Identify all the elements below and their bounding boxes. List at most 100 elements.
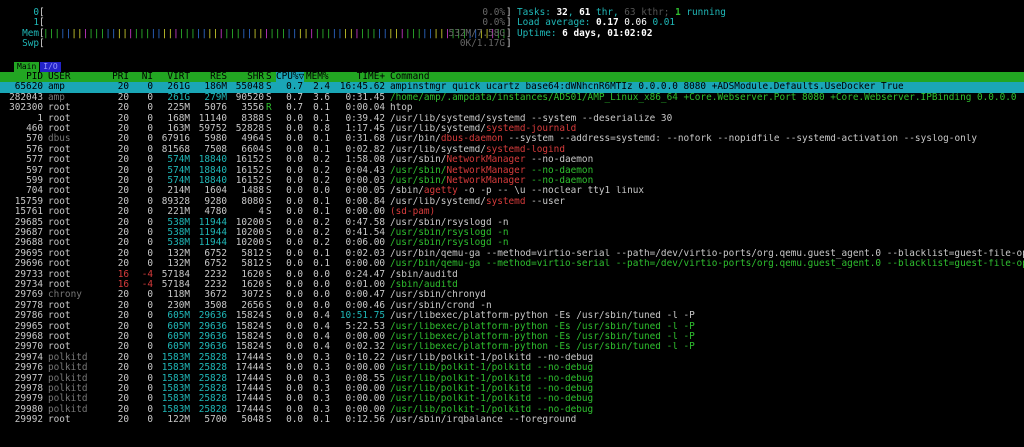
process-row[interactable]: 29786 root 20 0 605M 29636 15824 S 0.0 0.4 10:51.7… [0,310,1024,321]
command-path: /usr/sbin/ [390,155,447,166]
process-shr: 5048 [241,414,264,426]
process-command: /sbin/auditd [390,280,458,290]
stats-panel: Tasks: 32, 61 thr, 63 kthr; 1 running Lo… [517,7,1017,39]
command-path: /usr/lib/systemd/ [390,124,486,134]
load-average-label: Load average: [517,17,597,29]
load-15min: 0.01 [652,17,676,29]
process-command: /usr/sbin/rsyslogd -n [390,217,509,228]
process-command: /usr/lib/polkit-1/polkitd --no-debug [390,363,594,374]
process-command: /usr/lib/systemd/systemd-journald [390,124,1024,134]
kthreads-label: kthr; [635,7,676,18]
process-row[interactable]: 29778 root 20 0 230M 3508 2656 S 0.0 0.0 0:00.46/u… [0,300,1024,311]
process-row[interactable]: 29970 root 20 0 605M 29636 15824 S 0.0 0.4 0:02.32… [0,341,1024,352]
process-row[interactable]: 29687 root 20 0 538M 11944 10200 S 0.0 0.2 0:41.54… [0,227,1024,238]
command-basename: NetworkManager [446,155,526,166]
process-row[interactable]: 29734 root 16 -4 57184 2232 1620 S 0.0 0.0 0:01.00… [0,279,1024,290]
process-row[interactable]: 282043 amp 20 0 261G 279M 90520 S 0.7 3.6 0:31.45/… [0,92,1024,103]
load-5min: 0.06 [624,17,647,29]
process-command: /usr/sbin/NetworkManager --no-daemon [390,155,1024,165]
meter-mem-2: Mem[||||||||||||||||||||||||||||||||||||… [0,28,520,39]
process-command: /usr/sbin/NetworkManager --no-daemon [390,166,1024,176]
meter-value: 532M/7.58G [448,28,505,39]
command-basename: systemd [485,196,526,207]
process-row[interactable]: 704 root 20 0 214M 1604 1488 S 0.0 0.0 0:00.05/sbi… [0,185,1024,197]
process-row[interactable]: 599 root 20 0 574M 18840 16152 S 0.0 0.2 0:00.03/u… [0,175,1024,186]
process-row[interactable]: 29992 root 20 0 122M 5700 5048 S 0.0 0.1 0:12.56/u… [0,414,1024,426]
meter-bar: 0.0% [43,18,505,28]
command-args: --no-daemon [525,176,594,186]
process-row[interactable]: 577 root 20 0 574M 18840 16152 S 0.0 0.2 1:58.08/u… [0,154,1024,165]
process-row[interactable]: 29696 root 20 0 132M 6752 5812 S 0.0 0.1 0:00.00/u… [0,258,1024,269]
process-command: /usr/libexec/platform-python -Es /usr/sb… [390,321,695,332]
meter-value: 0.0% [482,8,505,18]
meter-bar: ||||||||||||||||||||||||||||||||||||||||… [43,29,505,39]
command-path: /usr/sbin/ [390,176,447,186]
command-basename: NetworkManager [446,165,526,176]
command-path: /usr/bin/ [390,134,441,145]
process-virt: 122M [167,414,190,426]
process-row[interactable]: 29965 root 20 0 605M 29636 15824 S 0.0 0.4 5:22.53… [0,321,1024,332]
process-command: /usr/lib/polkit-1/polkitd --no-debug [390,394,594,405]
uptime-value: 6 days, 01:02:02 [562,27,653,39]
process-row[interactable]: 570 dbus 20 0 67916 5980 4964 S 0.0 0.1 0:31.68/us… [0,133,1024,144]
tasks-sep: , [567,7,580,18]
process-command: (sd-pam) [390,207,436,218]
process-row[interactable]: 29979 polkitd 20 0 1583M 25828 17444 S 0.0 0.3 0:0… [0,393,1024,405]
process-mem: 0.1 [313,414,330,426]
command-path: /usr/sbin/ [390,165,447,176]
tasks-label: Tasks: [517,7,557,18]
process-row[interactable]: 302300 root 20 0 225M 5076 3556 R 0.7 0.1 0:00.04 h… [0,102,1024,113]
meter-value: 0K/1.17G [459,39,505,50]
command-args: --no-daemon [525,165,594,176]
process-user: root [48,414,71,426]
running-label: running [680,7,726,18]
threads-count: 61 [579,7,591,18]
process-row[interactable]: 29974 polkitd 20 0 1583M 25828 17444 S 0.0 0.3 0:1… [0,352,1024,363]
process-row[interactable]: 15759 root 20 0 89328 9280 8080 S 0.0 0.1 0:00.84/… [0,196,1024,207]
process-command: /usr/lib/polkit-1/polkitd --no-debug [390,384,594,394]
process-row[interactable]: 29980 polkitd 20 0 1583M 25828 17444 S 0.0 0.3 0:0… [0,404,1024,415]
process-row[interactable]: 29769 chrony 20 0 118M 3672 3072 S 0.0 0.0 0:00.47… [0,289,1024,301]
process-command: /home/amp/.ampdata/instances/ADS01/AMP_L… [390,92,1017,103]
process-row[interactable]: 29968 root 20 0 605M 29636 15824 S 0.0 0.4 0:00.00… [0,331,1024,342]
process-row[interactable]: 460 root 20 0 163M 59752 52828 S 0.0 0.8 1:17.45/u… [0,123,1024,134]
meter-swp-3: Swp[0K/1.17G] [0,38,520,50]
process-command: /usr/sbin/rsyslogd -n [390,238,509,249]
process-row[interactable]: 576 root 20 0 81568 7508 6604 S 0.0 0.1 0:02.82/us… [0,144,1024,155]
process-row[interactable]: 29695 root 20 0 132M 6752 5812 S 0.0 0.1 0:02.03/u… [0,248,1024,259]
process-cpu: 0.0 [286,414,303,426]
process-command: /usr/sbin/crond -n [390,300,492,311]
process-row[interactable]: 29978 polkitd 20 0 1583M 25828 17444 S 0.0 0.3 0:0… [0,383,1024,394]
process-command: /usr/lib/systemd/systemd --user [390,197,1024,207]
process-row[interactable]: 29733 root 16 -4 57184 2232 1620 S 0.0 0.0 0:24.47… [0,269,1024,280]
process-row[interactable]: 29688 root 20 0 538M 11944 10200 S 0.0 0.2 0:06.00… [0,237,1024,249]
command-basename: systemd-journald [485,124,577,134]
process-pid: 29992 [14,414,43,426]
command-args: -o -p -- \u --noclear tty1 linux [457,186,645,197]
meter-cpu-0: 0[0.0%] [0,7,520,18]
meter-label: Swp [22,38,39,50]
meter-value: 0.0% [482,18,505,29]
process-command: /usr/sbin/rsyslogd -n [390,228,509,238]
process-row[interactable]: 15761 root 20 0 221M 4780 4 S 0.0 0.1 0:00.00 (sd-p… [0,206,1024,218]
process-command: /usr/sbin/chronyd [390,290,486,301]
process-command: /usr/lib/polkit-1/polkitd --no-debug [390,373,594,384]
process-command: /usr/lib/systemd/systemd --system --dese… [390,113,673,124]
process-row[interactable]: 597 root 20 0 574M 18840 16152 S 0.0 0.2 0:04.43/u… [0,165,1024,176]
column-command[interactable]: Command [390,72,1024,82]
process-command: /usr/libexec/platform-python -Es /usr/sb… [390,332,695,342]
process-command: /usr/sbin/irqbalance --foreground [390,415,577,426]
meter-cpu-1: 1[0.0%] [0,17,520,28]
uptime-label: Uptime: [517,27,563,39]
process-row[interactable]: 29976 polkitd 20 0 1583M 25828 17444 S 0.0 0.3 0:0… [0,362,1024,374]
command-basename: dbus-daemon [440,134,503,145]
process-row[interactable]: 1 root 20 0 168M 11140 8388 S 0.0 0.1 0:39.42/usr/… [0,113,1024,124]
process-command: /usr/lib/polkit-1/polkitd --no-debug [390,404,594,415]
command-path: /usr/lib/systemd/ [390,144,486,155]
process-command: /usr/bin/dbus-daemon --system --address=… [390,134,1024,144]
process-row[interactable]: 65620 amp 20 0 261G 186M 55048 S 0.7 2.4 16:45.62 a… [0,81,1024,93]
process-ni: 0 [147,414,153,426]
tasks-count: 32 [556,7,568,18]
process-row[interactable]: 29977 polkitd 20 0 1583M 25828 17444 S 0.0 0.3 0:0… [0,373,1024,384]
process-row[interactable]: 29685 root 20 0 538M 11944 10200 S 0.0 0.2 0:47.58… [0,217,1024,228]
